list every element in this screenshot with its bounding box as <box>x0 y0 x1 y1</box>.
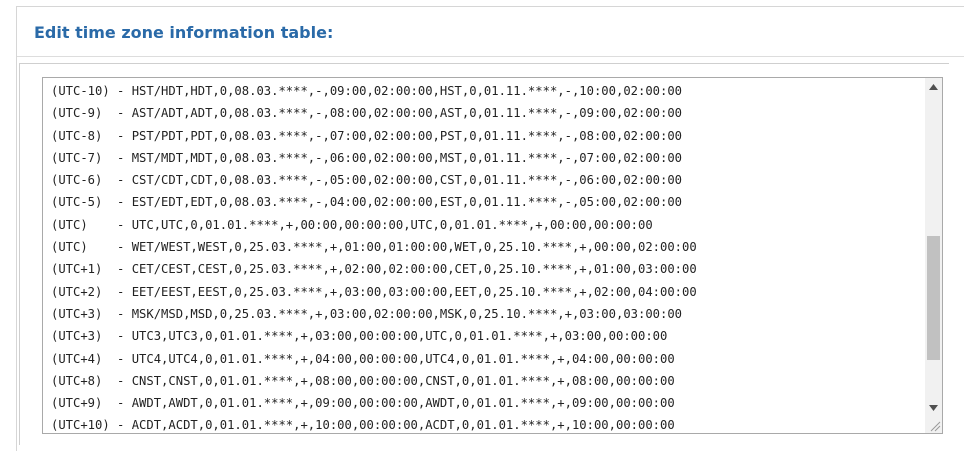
divider <box>17 56 964 57</box>
triangle-up-icon <box>929 83 938 90</box>
scrollbar-thumb[interactable] <box>927 236 940 360</box>
timezone-table-textarea[interactable]: (UTC-10) - HST/HDT,HDT,0,08.03.****,-,09… <box>42 77 943 434</box>
panel-title: Edit time zone information table: <box>34 23 334 42</box>
scroll-up-button[interactable] <box>925 78 942 95</box>
vertical-scrollbar[interactable] <box>925 78 942 433</box>
resize-grip-icon[interactable] <box>929 420 941 432</box>
timezone-table-text[interactable]: (UTC-10) - HST/HDT,HDT,0,08.03.****,-,09… <box>43 78 925 433</box>
triangle-down-icon <box>929 404 938 411</box>
scroll-down-button[interactable] <box>925 399 942 416</box>
